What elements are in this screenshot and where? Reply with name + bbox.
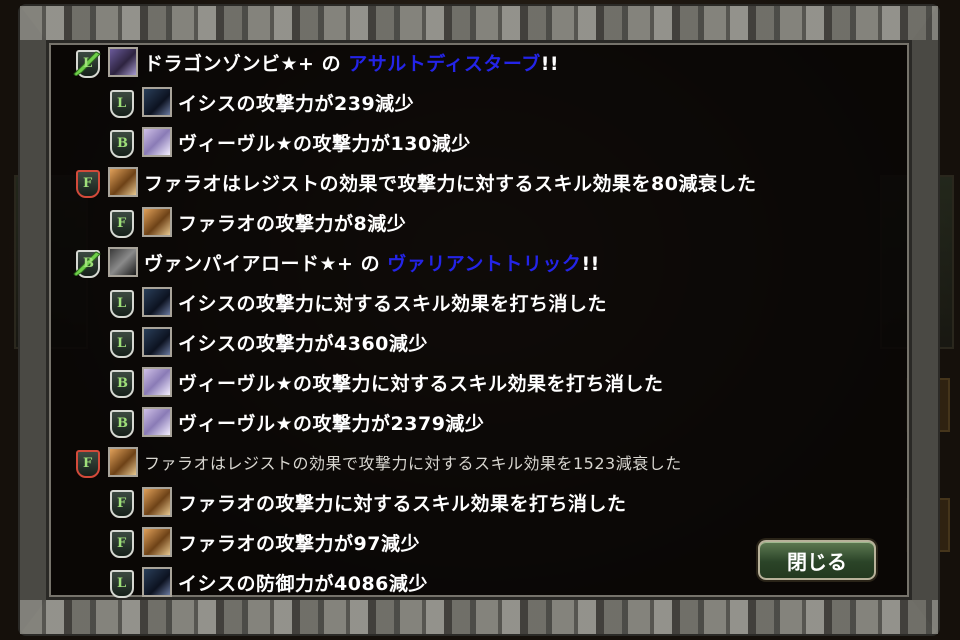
attribute-badge: B [83,256,94,271]
message-text: ヴィーヴル★の攻撃力に対するスキル効果を打ち消した [178,372,664,395]
attribute-badge: F [117,216,127,231]
shield-icon: B [104,407,138,438]
unit-avatar [108,247,138,277]
shield-icon: L [104,327,138,358]
unit-avatar [142,407,172,437]
unit-avatar [142,367,172,397]
log-message: ヴァンパイアロード★+ の ヴァリアントトリック!! [144,249,600,276]
unit-avatar [142,527,172,557]
log-message: ヴィーヴル★の攻撃力が130減少 [178,129,471,156]
log-entry: L イシスの攻撃力が4360減少 [70,322,920,362]
message-text: !! [540,52,560,75]
message-text: ヴィーヴル★の攻撃力が2379減少 [178,412,485,435]
log-message: ファラオの攻撃力が97減少 [178,529,420,556]
shield-icon: F [70,167,104,198]
log-entry: F ファラオはレジストの効果で攻撃力に対するスキル効果を80減衰した [70,162,920,202]
message-text: !! [581,252,600,275]
attribute-badge: B [117,416,128,431]
log-message: イシスの攻撃力が239減少 [178,89,414,116]
sword-icon: B [70,247,104,278]
message-text: ファラオの攻撃力に対するスキル効果を打ち消した [178,492,627,515]
attribute-badge: L [117,576,127,591]
message-text: ファラオの攻撃力が8減少 [178,212,407,235]
close-button[interactable]: 閉じる [758,540,876,580]
attribute-badge: L [83,56,93,71]
unit-avatar [108,167,138,197]
attribute-badge: F [83,176,93,191]
shield-icon: L [104,567,138,598]
log-message: ヴィーヴル★の攻撃力に対するスキル効果を打ち消した [178,369,664,396]
unit-avatar [142,567,172,597]
message-text: ヴァンパイアロード★+ の [144,252,388,275]
log-message: ファラオの攻撃力が8減少 [178,209,406,236]
sword-icon: L [70,47,104,78]
log-entry: F ファラオの攻撃力に対するスキル効果を打ち消した [70,482,920,522]
log-message: ファラオはレジストの効果で攻撃力に対するスキル効果を1523減衰した [144,450,682,474]
message-text: イシスの攻撃力が239減少 [178,92,415,115]
message-text: ファラオの攻撃力が97減少 [178,532,420,555]
unit-avatar [142,287,172,317]
message-text: イシスの攻撃力に対するスキル効果を打ち消した [178,292,608,315]
log-message: イシスの攻撃力に対するスキル効果を打ち消した [178,289,607,316]
attribute-badge: B [117,376,128,391]
message-text: ヴィーヴル★の攻撃力が130減少 [178,132,471,155]
log-message: イシスの攻撃力が4360減少 [178,329,428,356]
attribute-badge: L [117,296,127,311]
log-message: ファラオの攻撃力に対するスキル効果を打ち消した [178,489,627,516]
attribute-badge: L [117,96,127,111]
unit-avatar [142,87,172,117]
attribute-badge: F [117,496,127,511]
log-entry: B ヴィーヴル★の攻撃力が2379減少 [70,402,920,442]
message-text: ドラゴンゾンビ★+ の [144,52,349,75]
log-entry: B ヴァンパイアロード★+ の ヴァリアントトリック!! [70,242,920,282]
unit-avatar [108,47,138,77]
unit-avatar [108,447,138,477]
message-text: イシスの攻撃力が4360減少 [178,332,428,355]
unit-avatar [142,487,172,517]
shield-icon: F [104,527,138,558]
skill-name: アサルトディスターブ [348,52,541,75]
log-message: ドラゴンゾンビ★+ の アサルトディスターブ!! [144,49,559,76]
unit-avatar [142,207,172,237]
shield-icon: F [70,447,104,478]
log-entry: B ヴィーヴル★の攻撃力が130減少 [70,122,920,162]
shield-icon: F [104,207,138,238]
shield-icon: L [104,287,138,318]
skill-name: ヴァリアントトリック [387,252,582,275]
attribute-badge: F [117,536,127,551]
log-entry: L ドラゴンゾンビ★+ の アサルトディスターブ!! [70,42,920,82]
log-entry: L イシスの攻撃力が239減少 [70,82,920,122]
unit-avatar [142,127,172,157]
attribute-badge: B [117,136,128,151]
attribute-badge: L [117,336,127,351]
log-message: イシスの防御力が4086減少 [178,569,428,596]
unit-avatar [142,327,172,357]
attribute-badge: F [83,456,93,471]
log-entry: L イシスの攻撃力に対するスキル効果を打ち消した [70,282,920,322]
shield-icon: B [104,367,138,398]
log-entry: F ファラオの攻撃力が8減少 [70,202,920,242]
shield-icon: F [104,487,138,518]
log-entry: B ヴィーヴル★の攻撃力に対するスキル効果を打ち消した [70,362,920,402]
log-message: ヴィーヴル★の攻撃力が2379減少 [178,409,484,436]
shield-icon: L [104,87,138,118]
message-text: イシスの防御力が4086減少 [178,572,428,595]
battle-log-list: L ドラゴンゾンビ★+ の アサルトディスターブ!! L イシスの攻撃力が239減少 B… [70,42,920,602]
shield-icon: B [104,127,138,158]
message-text: ファラオはレジストの効果で攻撃力に対するスキル効果を1523減衰した [144,454,682,473]
log-entry: F ファラオはレジストの効果で攻撃力に対するスキル効果を1523減衰した [70,442,920,482]
log-message: ファラオはレジストの効果で攻撃力に対するスキル効果を80減衰した [144,169,756,196]
message-text: ファラオはレジストの効果で攻撃力に対するスキル効果を80減衰した [144,172,757,195]
